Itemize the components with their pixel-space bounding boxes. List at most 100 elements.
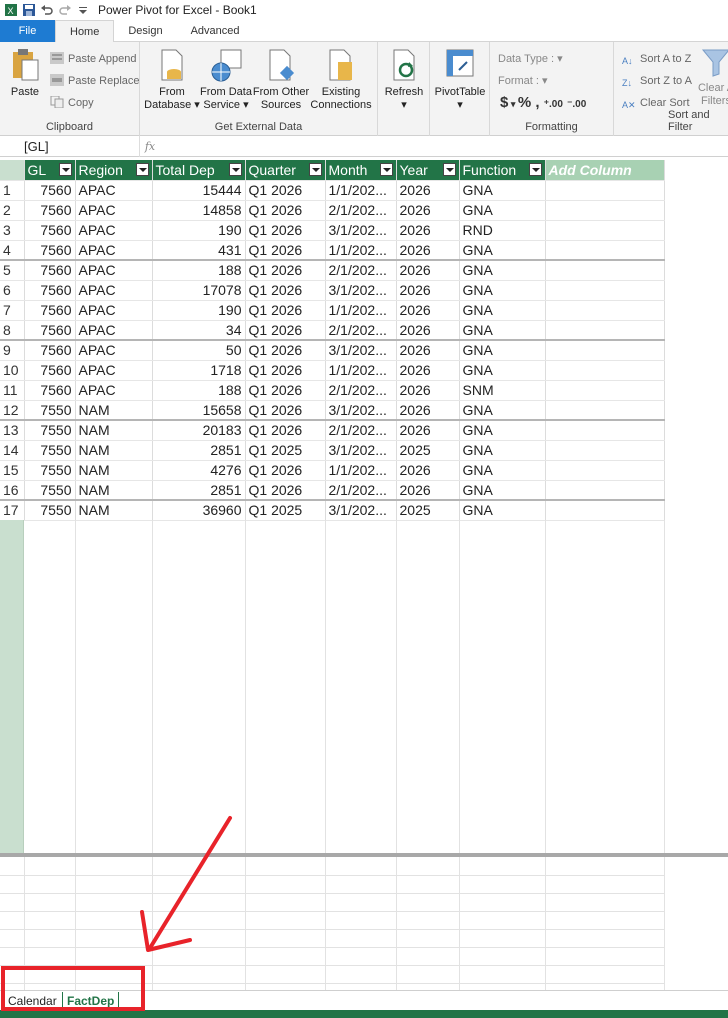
table-cell[interactable]: APAC	[75, 340, 153, 361]
table-row[interactable]: 11 7560 APAC 188 Q1 2026 2/1/202... 2026 SNM	[0, 380, 665, 401]
table-cell[interactable]: 3/1/202...	[325, 340, 397, 361]
table-cell[interactable]: GNA	[459, 440, 546, 461]
table-cell[interactable]: 2026	[396, 360, 460, 381]
table-row[interactable]: 3 7560 APAC 190 Q1 2026 3/1/202... 2026 RND	[0, 220, 665, 241]
format-dropdown[interactable]: Format : ▾	[498, 72, 548, 90]
table-cell[interactable]: NAM	[75, 480, 153, 501]
add-column-cell[interactable]	[545, 360, 665, 381]
filter-dropdown-icon[interactable]	[228, 163, 242, 176]
filter-dropdown-icon[interactable]	[528, 163, 542, 176]
table-cell[interactable]: Q1 2026	[245, 200, 326, 221]
table-cell[interactable]: APAC	[75, 260, 153, 281]
table-cell[interactable]: 7550	[24, 400, 76, 421]
row-number[interactable]: 15	[0, 460, 25, 481]
table-cell[interactable]: NAM	[75, 420, 153, 441]
filter-dropdown-icon[interactable]	[442, 163, 456, 176]
table-cell[interactable]: 4276	[152, 460, 246, 481]
table-cell[interactable]: 7560	[24, 220, 76, 241]
fx-icon[interactable]: fx	[140, 140, 160, 153]
table-cell[interactable]: 7550	[24, 480, 76, 501]
add-column-cell[interactable]	[545, 420, 665, 441]
table-cell[interactable]: 2025	[396, 500, 460, 521]
table-cell[interactable]: APAC	[75, 180, 153, 201]
row-number[interactable]: 11	[0, 380, 25, 401]
table-cell[interactable]: 14858	[152, 200, 246, 221]
table-row[interactable]: 12 7550 NAM 15658 Q1 2026 3/1/202... 2026 GNA	[0, 400, 665, 421]
table-cell[interactable]: 2026	[396, 320, 460, 341]
table-cell[interactable]: GNA	[459, 500, 546, 521]
sort-za-button[interactable]: Z↓ Sort Z to A	[622, 72, 692, 90]
table-cell[interactable]: 7560	[24, 180, 76, 201]
table-cell[interactable]: 431	[152, 240, 246, 261]
table-row[interactable]: 17 7550 NAM 36960 Q1 2025 3/1/202... 2025 GNA	[0, 500, 665, 521]
formula-input[interactable]	[160, 136, 728, 157]
table-cell[interactable]: 2026	[396, 340, 460, 361]
table-cell[interactable]: APAC	[75, 240, 153, 261]
paste-append-button[interactable]: Paste Append	[50, 50, 137, 68]
row-number[interactable]: 10	[0, 360, 25, 381]
add-column-cell[interactable]	[545, 340, 665, 361]
data-type-dropdown[interactable]: Data Type : ▾	[498, 50, 563, 68]
table-cell[interactable]: 188	[152, 260, 246, 281]
table-cell[interactable]: 2026	[396, 380, 460, 401]
clear-all-filters-button[interactable]: Clear A Filters	[694, 48, 728, 108]
table-cell[interactable]: Q1 2026	[245, 420, 326, 441]
table-cell[interactable]: 2026	[396, 280, 460, 301]
table-cell[interactable]: 7560	[24, 300, 76, 321]
table-cell[interactable]: 3/1/202...	[325, 280, 397, 301]
table-cell[interactable]: 2/1/202...	[325, 480, 397, 501]
name-box[interactable]: [GL]	[0, 135, 140, 157]
select-all-corner[interactable]	[0, 160, 25, 181]
table-row[interactable]: 4 7560 APAC 431 Q1 2026 1/1/202... 2026 GNA	[0, 240, 665, 261]
table-cell[interactable]: SNM	[459, 380, 546, 401]
table-cell[interactable]: GNA	[459, 300, 546, 321]
table-cell[interactable]: Q1 2026	[245, 400, 326, 421]
table-cell[interactable]: Q1 2026	[245, 360, 326, 381]
add-column-cell[interactable]	[545, 200, 665, 221]
table-cell[interactable]: GNA	[459, 460, 546, 481]
row-number[interactable]: 4	[0, 240, 25, 261]
table-cell[interactable]: 1/1/202...	[325, 300, 397, 321]
add-column-cell[interactable]	[545, 320, 665, 341]
table-cell[interactable]: GNA	[459, 280, 546, 301]
table-cell[interactable]: 36960	[152, 500, 246, 521]
add-column-cell[interactable]	[545, 380, 665, 401]
table-cell[interactable]: RND	[459, 220, 546, 241]
table-cell[interactable]: 3/1/202...	[325, 500, 397, 521]
table-row[interactable]: 14 7550 NAM 2851 Q1 2025 3/1/202... 2025 GNA	[0, 440, 665, 461]
table-cell[interactable]: 34	[152, 320, 246, 341]
table-cell[interactable]: 190	[152, 300, 246, 321]
redo-icon[interactable]	[58, 3, 72, 17]
table-cell[interactable]: GNA	[459, 400, 546, 421]
table-cell[interactable]: 3/1/202...	[325, 440, 397, 461]
add-column-cell[interactable]	[545, 440, 665, 461]
table-cell[interactable]: APAC	[75, 220, 153, 241]
add-column-cell[interactable]	[545, 180, 665, 201]
table-cell[interactable]: 2/1/202...	[325, 200, 397, 221]
table-cell[interactable]: 7560	[24, 320, 76, 341]
row-number[interactable]: 6	[0, 280, 25, 301]
column-header-total-dep[interactable]: Total Dep	[152, 160, 246, 181]
table-cell[interactable]: Q1 2026	[245, 220, 326, 241]
table-cell[interactable]: 2026	[396, 460, 460, 481]
table-cell[interactable]: APAC	[75, 300, 153, 321]
table-cell[interactable]: 50	[152, 340, 246, 361]
table-cell[interactable]: Q1 2025	[245, 500, 326, 521]
table-cell[interactable]: NAM	[75, 500, 153, 521]
from-data-service-button[interactable]: From Data Service ▾	[200, 48, 252, 112]
row-number[interactable]: 8	[0, 320, 25, 341]
add-column-cell[interactable]	[545, 480, 665, 501]
table-row[interactable]: 16 7550 NAM 2851 Q1 2026 2/1/202... 2026 GNA	[0, 480, 665, 501]
table-row[interactable]: 8 7560 APAC 34 Q1 2026 2/1/202... 2026 GNA	[0, 320, 665, 341]
table-cell[interactable]: APAC	[75, 200, 153, 221]
table-row[interactable]: 13 7550 NAM 20183 Q1 2026 2/1/202... 2026 GNA	[0, 420, 665, 441]
copy-button[interactable]: Copy	[50, 94, 94, 112]
table-row[interactable]: 15 7550 NAM 4276 Q1 2026 1/1/202... 2026 GNA	[0, 460, 665, 481]
table-cell[interactable]: GNA	[459, 260, 546, 281]
table-cell[interactable]: GNA	[459, 480, 546, 501]
table-cell[interactable]: NAM	[75, 460, 153, 481]
table-cell[interactable]: Q1 2026	[245, 320, 326, 341]
percent-button[interactable]: %	[518, 94, 531, 111]
from-other-sources-button[interactable]: From Other Sources	[252, 48, 310, 112]
table-row[interactable]: 9 7560 APAC 50 Q1 2026 3/1/202... 2026 GNA	[0, 340, 665, 361]
